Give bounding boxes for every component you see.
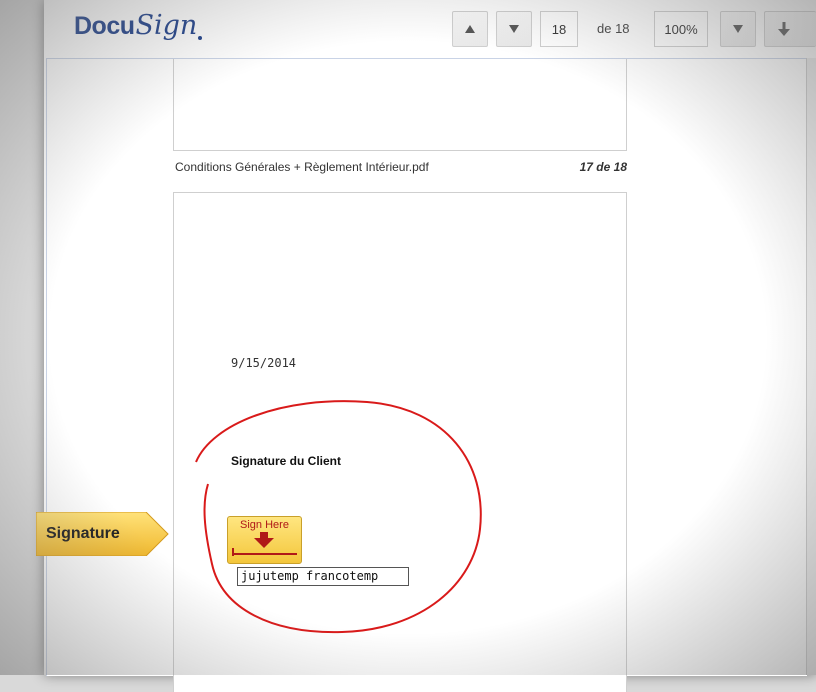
document-filename: Conditions Générales + Règlement Intérie… (175, 160, 429, 174)
toolbar: Docu Sign 18 de 18 100% (44, 0, 816, 60)
document-date: 9/15/2014 (231, 356, 297, 370)
logo-sign-text: Sign (135, 10, 198, 41)
document-viewer[interactable]: Conditions Générales + Règlement Intérie… (46, 58, 807, 692)
annotation-circle (195, 400, 482, 634)
scrollbar[interactable] (806, 58, 816, 675)
zoom-level-input[interactable]: 100% (654, 11, 708, 47)
logo-dot (198, 36, 203, 40)
docusign-logo: Docu Sign (74, 10, 203, 50)
triangle-up-icon (465, 25, 475, 33)
document-page-indicator: 17 de 18 (579, 160, 627, 174)
previous-page-button[interactable] (452, 11, 488, 47)
docusign-window: Docu Sign 18 de 18 100% Conditions Génér… (44, 0, 816, 692)
next-page-button[interactable] (496, 11, 532, 47)
previous-page (173, 59, 627, 151)
background-strip (0, 0, 44, 675)
triangle-down-icon (509, 25, 519, 33)
triangle-down-icon (733, 25, 743, 33)
zoom-dropdown-button[interactable] (720, 11, 756, 47)
download-button[interactable] (764, 11, 816, 47)
signature-tab-label: Signature (46, 525, 120, 542)
logo-docu-text: Docu (74, 12, 135, 40)
page-count-label: de 18 (597, 21, 630, 36)
download-arrow-icon (778, 22, 790, 36)
page-number-input[interactable]: 18 (540, 11, 578, 47)
